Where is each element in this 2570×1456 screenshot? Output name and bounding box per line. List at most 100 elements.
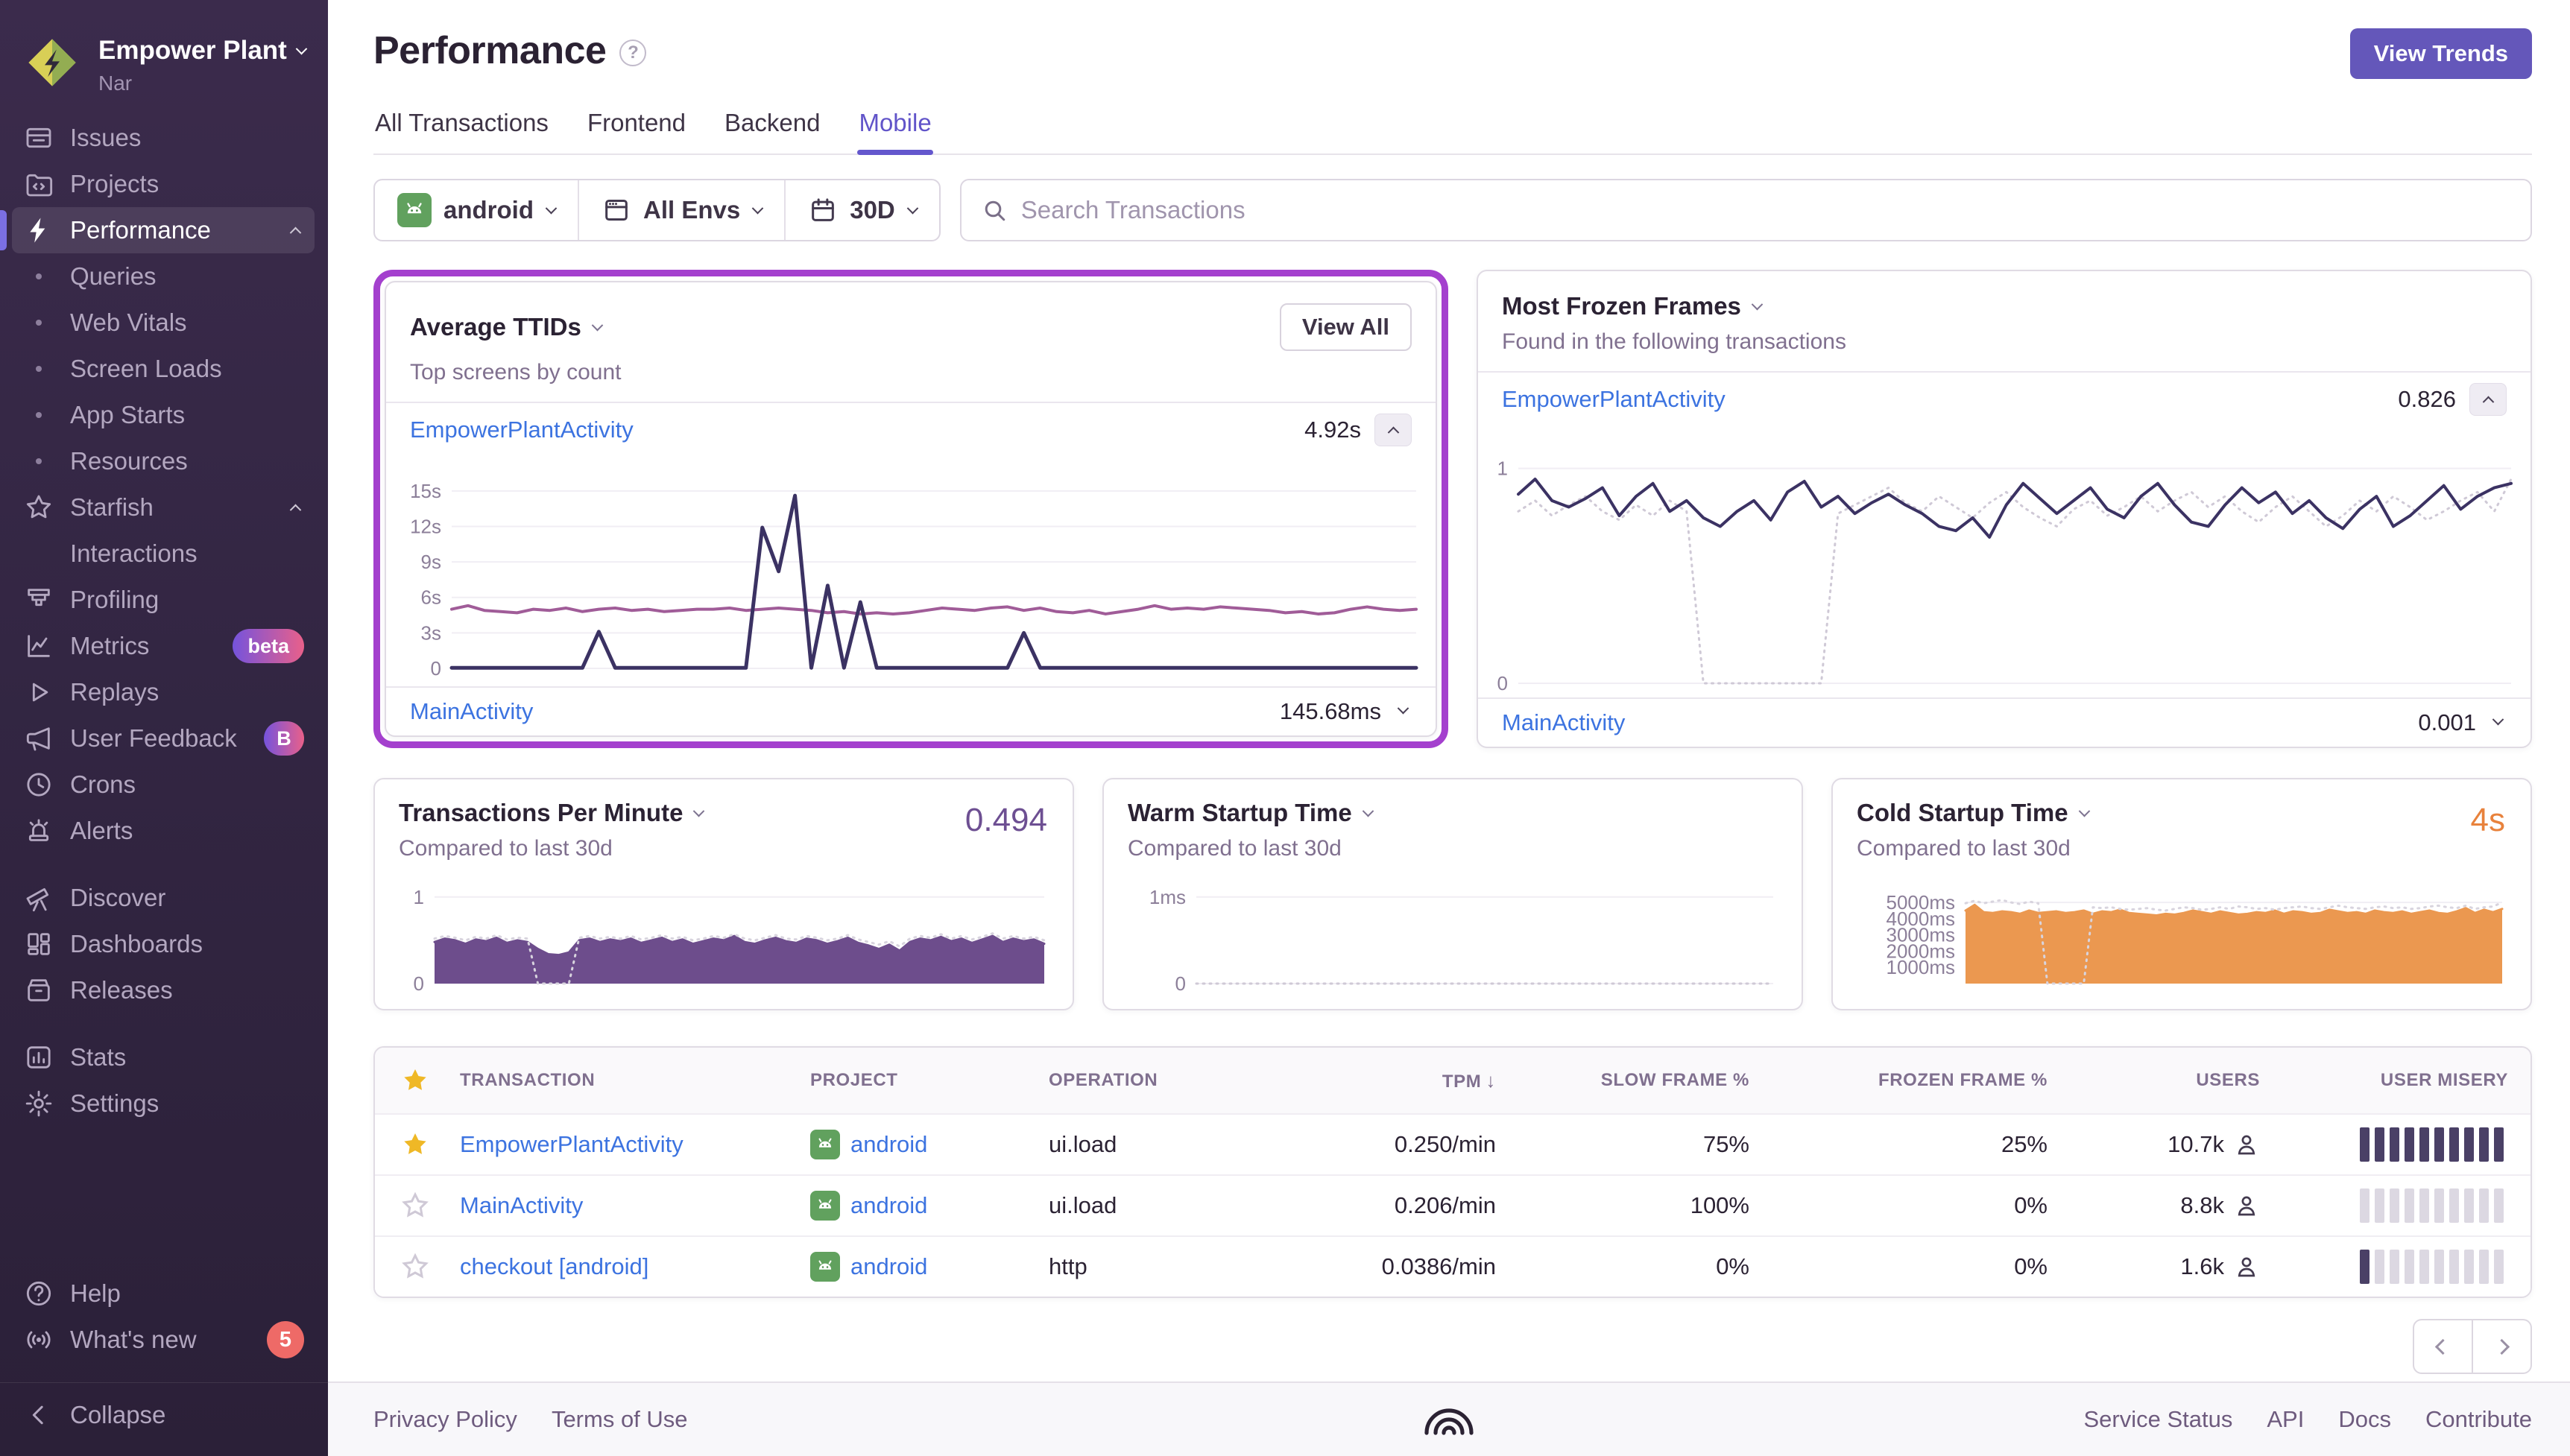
sidebar-item-help[interactable]: Help <box>12 1270 315 1317</box>
star-filled-icon[interactable] <box>375 1130 438 1159</box>
sidebar-item-replays[interactable]: Replays <box>12 669 315 715</box>
column-header-operation[interactable]: OPERATION <box>1026 1070 1295 1091</box>
sidebar-item-stats[interactable]: Stats <box>12 1034 315 1080</box>
sidebar-item-web-vitals[interactable]: Web Vitals <box>12 300 315 346</box>
pagination <box>373 1319 2532 1374</box>
user-misery-bars <box>2282 1127 2530 1162</box>
sidebar-item-alerts[interactable]: Alerts <box>12 808 315 854</box>
footer-link-docs[interactable]: Docs <box>2338 1406 2391 1433</box>
misery-bar <box>2464 1188 2474 1223</box>
sidebar-item-screen-loads[interactable]: Screen Loads <box>12 346 315 392</box>
svg-text:1000ms: 1000ms <box>1887 956 1956 978</box>
android-icon <box>810 1191 840 1221</box>
project-link[interactable]: android <box>788 1252 1026 1282</box>
date-range-filter[interactable]: 30D <box>784 180 939 240</box>
org-switcher[interactable]: Empower Plant Nar <box>0 22 328 115</box>
transaction-link[interactable]: EmpowerPlantActivity <box>1502 386 2398 413</box>
project-link[interactable]: android <box>788 1130 1026 1159</box>
tpm-chart[interactable]: 10 <box>396 881 1050 993</box>
active-indicator <box>0 210 7 250</box>
column-header-user-misery[interactable]: USER MISERY <box>2282 1070 2530 1091</box>
sidebar-item-starfish[interactable]: Starfish <box>12 484 315 531</box>
highlight-ring: Average TTIDs View All Top screens by co… <box>373 270 1448 748</box>
sidebar-item-label: Releases <box>70 976 304 1004</box>
sidebar-item-app-starts[interactable]: App Starts <box>12 392 315 438</box>
panel-subtitle: Found in the following transactions <box>1502 329 2507 355</box>
tab-mobile[interactable]: Mobile <box>857 101 932 153</box>
operation-value: ui.load <box>1026 1131 1295 1158</box>
sidebar-collapse-button[interactable]: Collapse <box>12 1392 315 1438</box>
expand-toggle-button[interactable] <box>1395 700 1412 723</box>
star-outline-icon[interactable] <box>375 1191 438 1221</box>
sidebar-item-crons[interactable]: Crons <box>12 762 315 808</box>
warm-startup-chart[interactable]: 1ms0 <box>1125 881 1779 993</box>
transaction-link[interactable]: EmpowerPlantActivity <box>410 417 1304 443</box>
sidebar-item-discover[interactable]: Discover <box>12 875 315 921</box>
sentry-logo-icon <box>1419 1400 1479 1439</box>
search-input[interactable] <box>1020 195 2511 225</box>
cold-value: 4s <box>2471 802 2505 839</box>
sidebar-item-label: What's new <box>70 1326 252 1354</box>
sidebar-item-dashboards[interactable]: Dashboards <box>12 921 315 967</box>
sidebar-item-profiling[interactable]: Profiling <box>12 577 315 623</box>
view-all-button[interactable]: View All <box>1280 303 1412 351</box>
chevron-down-icon[interactable] <box>1362 805 1374 817</box>
sidebar-item-issues[interactable]: Issues <box>12 115 315 161</box>
help-icon[interactable]: ? <box>619 39 646 66</box>
sidebar-item-user-feedback[interactable]: User FeedbackB <box>12 715 315 762</box>
transaction-link[interactable]: MainActivity <box>438 1192 788 1219</box>
column-header-project[interactable]: PROJECT <box>788 1070 1026 1091</box>
sidebar-item-projects[interactable]: Projects <box>12 161 315 207</box>
sidebar-item-releases[interactable]: Releases <box>12 967 315 1013</box>
environment-filter[interactable]: All Envs <box>578 180 784 240</box>
frozen-frame-value: 0% <box>1772 1192 2070 1219</box>
sidebar-item-metrics[interactable]: Metricsbeta <box>12 623 315 669</box>
column-header-tpm[interactable]: TPM↓ <box>1295 1069 1518 1092</box>
next-page-button[interactable] <box>2472 1319 2532 1374</box>
transaction-link[interactable]: EmpowerPlantActivity <box>438 1131 788 1158</box>
project-link[interactable]: android <box>788 1191 1026 1221</box>
chevron-down-icon[interactable] <box>693 805 705 817</box>
slow-frame-value: 0% <box>1518 1253 1772 1280</box>
column-header-slow-frame[interactable]: SLOW FRAME % <box>1518 1070 1772 1091</box>
column-header-transaction[interactable]: TRANSACTION <box>438 1070 788 1091</box>
ttid-bottom-row: MainActivity 145.68ms <box>386 686 1436 735</box>
chevron-down-icon[interactable] <box>2078 805 2090 817</box>
collapse-toggle-button[interactable] <box>2469 383 2507 416</box>
sidebar-item-queries[interactable]: Queries <box>12 253 315 300</box>
footer-link-terms-of-use[interactable]: Terms of Use <box>552 1406 688 1433</box>
sort-desc-icon: ↓ <box>1486 1069 1496 1092</box>
most-frozen-frames-chart[interactable]: 10 <box>1483 431 2517 696</box>
chevron-down-icon[interactable] <box>1752 298 1764 310</box>
transaction-link[interactable]: MainActivity <box>410 698 1280 725</box>
sidebar-item-settings[interactable]: Settings <box>12 1080 315 1127</box>
sidebar-item-what-s-new[interactable]: What's new5 <box>12 1317 315 1363</box>
view-trends-button[interactable]: View Trends <box>2350 28 2532 79</box>
project-filter[interactable]: android <box>375 180 578 240</box>
cold-startup-chart[interactable]: 5000ms4000ms3000ms2000ms1000ms <box>1854 881 2508 993</box>
average-ttids-chart[interactable]: 15s12s9s6s3s0 <box>391 461 1422 685</box>
collapse-toggle-button[interactable] <box>1374 414 1412 446</box>
sidebar-item-resources[interactable]: Resources <box>12 438 315 484</box>
footer-link-contribute[interactable]: Contribute <box>2425 1406 2532 1433</box>
expand-toggle-button[interactable] <box>2490 712 2507 734</box>
star-outline-icon[interactable] <box>375 1252 438 1282</box>
column-header-users[interactable]: USERS <box>2070 1070 2282 1091</box>
chevron-down-icon[interactable] <box>592 319 604 331</box>
column-header-frozen-frame[interactable]: FROZEN FRAME % <box>1772 1070 2070 1091</box>
transaction-link[interactable]: MainActivity <box>1502 709 2418 736</box>
footer-link-privacy-policy[interactable]: Privacy Policy <box>373 1406 517 1433</box>
footer-link-api[interactable]: API <box>2267 1406 2304 1433</box>
tab-all-transactions[interactable]: All Transactions <box>373 101 550 153</box>
ttid-top-value: 4.92s <box>1304 417 1361 443</box>
tab-frontend[interactable]: Frontend <box>586 101 687 153</box>
transaction-link[interactable]: checkout [android] <box>438 1253 788 1280</box>
footer-link-service-status[interactable]: Service Status <box>2083 1406 2232 1433</box>
main-content: Performance ? View Trends All Transactio… <box>328 0 2570 1456</box>
project-filter-value: android <box>443 196 534 224</box>
sidebar-item-performance[interactable]: Performance <box>12 207 315 253</box>
previous-page-button[interactable] <box>2413 1319 2472 1374</box>
table-row: EmpowerPlantActivityandroidui.load0.250/… <box>375 1113 2530 1174</box>
sidebar-item-interactions[interactable]: Interactions <box>12 531 315 577</box>
tab-backend[interactable]: Backend <box>723 101 821 153</box>
